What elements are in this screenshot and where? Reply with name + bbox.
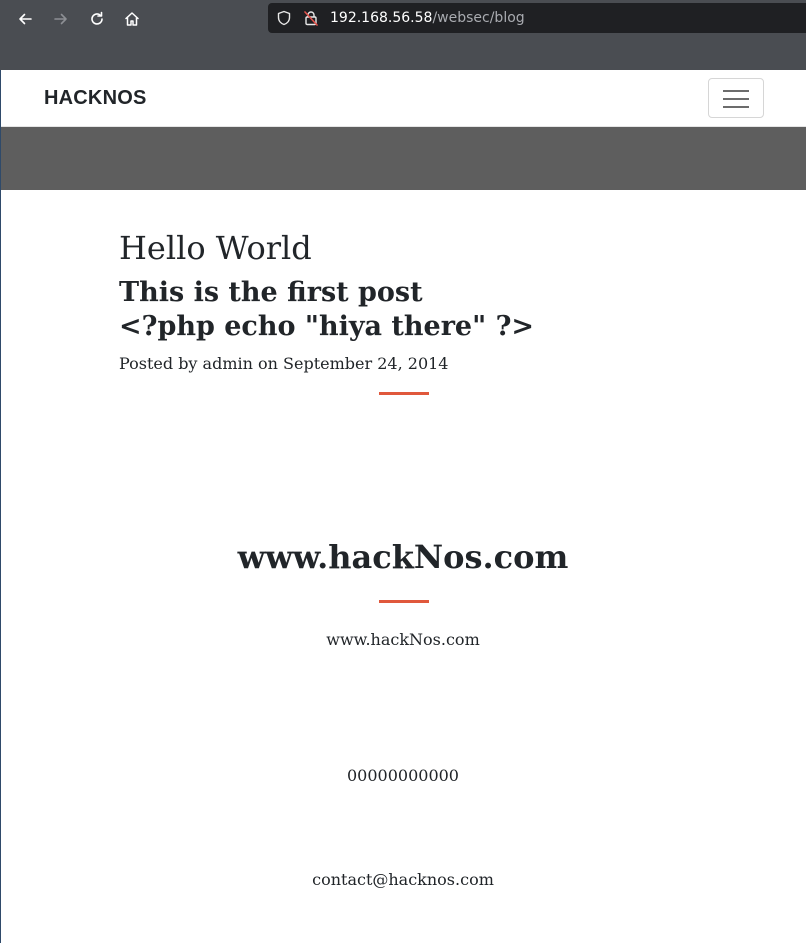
navbar-toggler-button[interactable] bbox=[708, 78, 764, 118]
page-edge-line bbox=[0, 70, 1, 943]
hamburger-menu-icon bbox=[723, 90, 749, 92]
url-text[interactable]: 192.168.56.58/websec/blog bbox=[330, 9, 525, 27]
insecure-lock-icon[interactable] bbox=[303, 10, 319, 26]
hamburger-menu-icon bbox=[723, 98, 749, 100]
reload-button[interactable] bbox=[84, 6, 110, 32]
hamburger-menu-icon bbox=[723, 106, 749, 108]
shield-icon[interactable] bbox=[276, 10, 292, 26]
contact-divider bbox=[379, 600, 429, 603]
forward-button[interactable] bbox=[48, 6, 74, 32]
navbar-brand[interactable]: HACKNOS bbox=[44, 87, 147, 109]
contact-heading: www.hackNos.com bbox=[237, 538, 569, 576]
browser-toolbar: 192.168.56.58/websec/blog bbox=[0, 0, 806, 70]
masthead-banner bbox=[1, 127, 806, 190]
reload-icon bbox=[91, 11, 103, 25]
url-host: 192.168.56.58 bbox=[330, 10, 433, 26]
browser-nav-row: 192.168.56.58/websec/blog bbox=[0, 0, 806, 36]
url-path: /websec/blog bbox=[432, 10, 525, 26]
home-button[interactable] bbox=[119, 6, 145, 32]
site-navbar: HACKNOS bbox=[1, 70, 806, 127]
home-icon bbox=[125, 12, 139, 26]
contact-phone: 00000000000 bbox=[347, 766, 459, 785]
back-button[interactable] bbox=[12, 6, 38, 32]
contact-email: contact@hacknos.com bbox=[312, 870, 494, 889]
post-title[interactable]: Hello World bbox=[119, 228, 312, 268]
contact-website: www.hackNos.com bbox=[326, 630, 480, 649]
arrow-left-icon bbox=[19, 13, 32, 25]
post-divider bbox=[379, 392, 429, 395]
post-subtitle[interactable]: This is the first post <?php echo "hiya … bbox=[119, 276, 534, 344]
address-bar[interactable]: 192.168.56.58/websec/blog bbox=[268, 3, 806, 33]
arrow-right-icon bbox=[54, 13, 67, 25]
post-meta: Posted by admin on September 24, 2014 bbox=[119, 354, 449, 373]
